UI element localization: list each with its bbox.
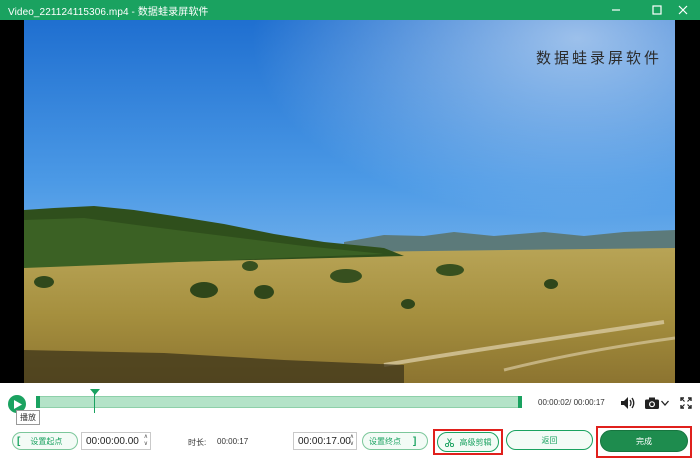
maximize-icon[interactable] [644,0,670,20]
fullscreen-icon[interactable] [678,394,694,412]
video-frame[interactable]: 数据蛙录屏软件 [24,20,675,383]
playhead[interactable] [90,389,100,413]
playhead-line [94,393,95,413]
done-label: 完成 [636,436,652,446]
minimize-icon[interactable] [603,0,629,20]
done-button[interactable]: 完成 [600,430,688,452]
start-time-field[interactable]: 00:00:00.00 ∧ ∨ [81,432,151,450]
close-icon[interactable] [670,0,696,20]
advanced-cut-label: 高级剪辑 [459,437,492,447]
back-label: 返回 [541,435,558,445]
play-tooltip: 播放 [16,410,40,425]
set-end-label: 设置终点 [369,436,401,446]
bracket-open-icon: [ [17,435,21,447]
duration-value: 00:00:17 [217,437,249,446]
video-scene-image [24,20,675,383]
play-icon [14,399,22,409]
set-end-button[interactable]: 设置终点 ] [362,432,428,450]
stepper-up-icon[interactable]: ∧ [350,434,354,441]
set-start-button[interactable]: [ 设置起点 [12,432,78,450]
trim-controls: [ 设置起点 00:00:00.00 ∧ ∨ 时长: 00:00:17 00:00… [0,425,700,461]
bracket-close-icon: ] [413,435,417,447]
end-time-field[interactable]: 00:00:17.00 ∧ ∨ [293,432,357,450]
video-preview[interactable]: 数据蛙录屏软件 [0,20,700,383]
stepper-down-icon[interactable]: ∨ [350,441,354,448]
title-bar: Video_221124115306.mp4 - 数据蛙录屏软件 [0,0,700,20]
scissors-icon [444,437,454,447]
playback-bar: 播放 00:00:02/ 00:00:17 [0,385,700,425]
chevron-down-icon[interactable] [660,394,670,412]
start-time-value: 00:00:00.00 [86,435,139,447]
set-start-label: 设置起点 [30,436,63,446]
stepper-down-icon[interactable]: ∨ [144,441,148,448]
advanced-cut-button[interactable]: 高级剪辑 [437,432,499,452]
timeline-track[interactable] [36,396,522,408]
end-time-value: 00:00:17.00 [298,435,351,447]
stepper-up-icon[interactable]: ∧ [144,434,148,441]
duration-label: 时长: [188,438,207,447]
camera-icon[interactable] [643,394,661,412]
window-title: Video_221124115306.mp4 - 数据蛙录屏软件 [8,6,209,18]
volume-icon[interactable] [619,394,637,412]
video-watermark: 数据蛙录屏软件 [536,49,663,67]
end-time-stepper[interactable]: ∧ ∨ [350,434,354,448]
start-time-stepper[interactable]: ∧ ∨ [144,434,148,448]
playhead-marker[interactable] [90,389,100,395]
back-button[interactable]: 返回 [506,430,593,450]
trim-end-handle[interactable] [518,396,522,408]
trim-start-handle[interactable] [36,396,40,408]
time-display: 00:00:02/ 00:00:17 [538,398,605,407]
